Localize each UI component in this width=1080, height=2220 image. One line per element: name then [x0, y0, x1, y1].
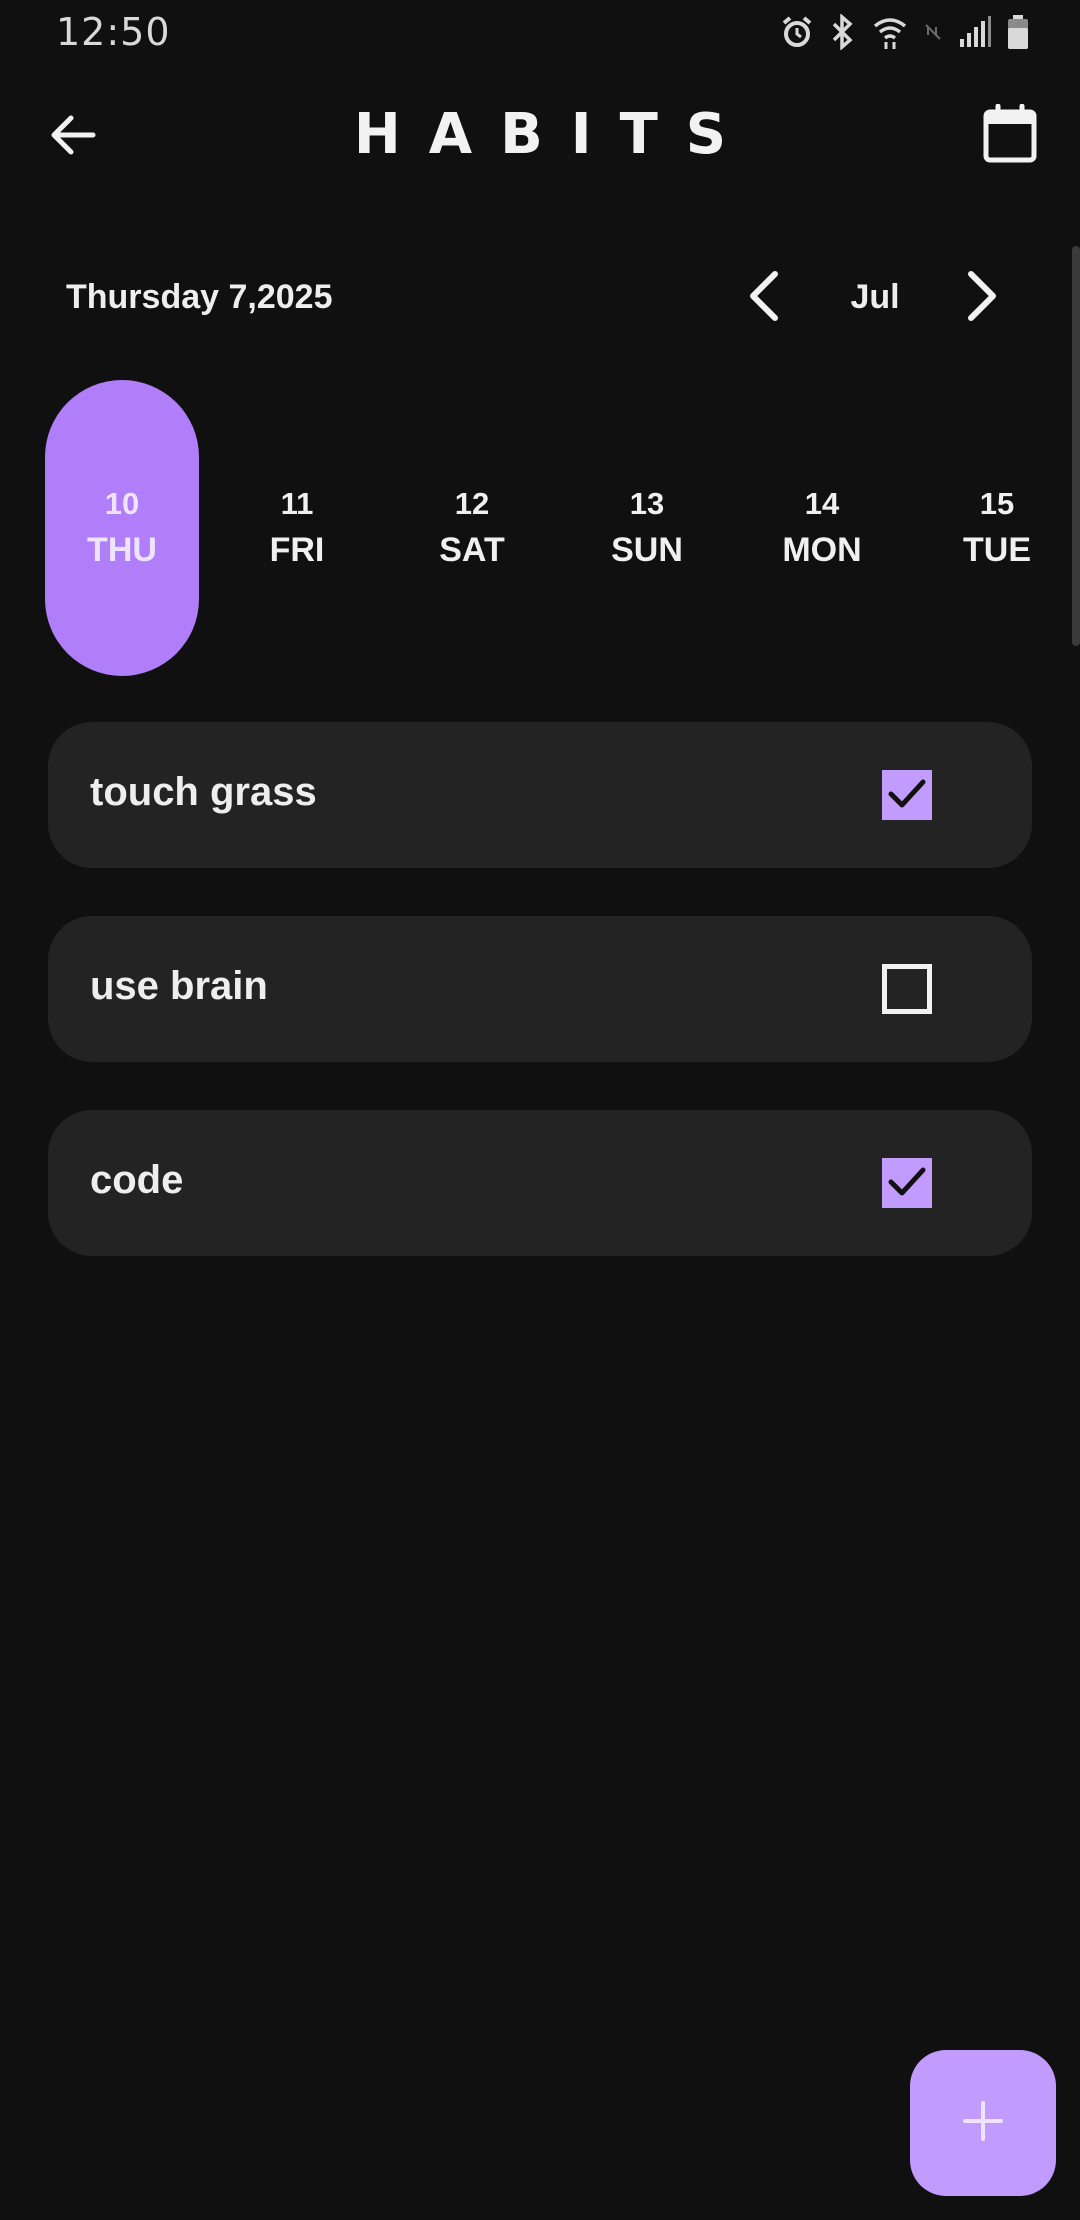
wifi-icon	[872, 14, 908, 50]
previous-month-button[interactable]	[736, 268, 792, 328]
habit-name: touch grass	[90, 770, 317, 814]
habit-card[interactable]: touch grass	[48, 722, 1032, 868]
day-number: 14	[804, 486, 840, 521]
chevron-right-icon	[965, 270, 999, 327]
day-name: SUN	[611, 531, 683, 569]
calendar-icon	[982, 103, 1038, 169]
habit-name: use brain	[90, 964, 268, 1008]
habit-checkbox[interactable]	[882, 964, 932, 1014]
day-number: 13	[629, 486, 665, 521]
app-header: HABITS	[0, 90, 1080, 180]
current-date-label: Thursday 7,2025	[66, 278, 333, 316]
day-name: SAT	[439, 531, 505, 569]
scrollbar[interactable]	[1072, 246, 1080, 646]
status-time: 12:50	[56, 10, 171, 54]
day-number: 11	[280, 486, 314, 521]
plus-icon	[961, 2099, 1005, 2148]
day-selector: 10 THU 11 FRI 12 SAT 13 SUN 14 MON 15 TU…	[0, 380, 1080, 676]
day-item[interactable]: 12 SAT	[395, 380, 549, 676]
calendar-button[interactable]	[974, 100, 1046, 172]
status-icons	[780, 12, 1030, 52]
habit-card[interactable]: code	[48, 1110, 1032, 1256]
bluetooth-icon	[828, 14, 858, 50]
day-item[interactable]: 15 TUE	[920, 380, 1074, 676]
day-name: THU	[87, 531, 157, 569]
day-item[interactable]: 13 SUN	[570, 380, 724, 676]
signal-icon	[958, 15, 992, 49]
habit-card[interactable]: use brain	[48, 916, 1032, 1062]
day-item[interactable]: 11 FRI	[220, 380, 374, 676]
day-number: 10	[104, 486, 140, 521]
next-month-button[interactable]	[954, 268, 1010, 328]
day-name: TUE	[963, 531, 1031, 569]
day-number: 15	[979, 486, 1015, 521]
nfc-icon	[922, 21, 944, 43]
day-name: FRI	[269, 531, 325, 569]
add-habit-button[interactable]	[910, 2050, 1056, 2196]
chevron-left-icon	[747, 270, 781, 327]
date-navigation: Thursday 7,2025 Jul	[0, 260, 1080, 336]
battery-icon	[1006, 14, 1030, 50]
day-item[interactable]: 10 THU	[45, 380, 199, 676]
day-name: MON	[782, 531, 862, 569]
habit-checkbox[interactable]	[882, 770, 932, 820]
status-bar: 12:50	[0, 0, 1080, 66]
page-title: HABITS	[353, 102, 755, 167]
day-item[interactable]: 14 MON	[745, 380, 899, 676]
alarm-icon	[780, 15, 814, 49]
habit-checkbox[interactable]	[882, 1158, 932, 1208]
day-number: 12	[454, 486, 490, 521]
habit-name: code	[90, 1158, 184, 1202]
month-label: Jul	[850, 278, 900, 316]
